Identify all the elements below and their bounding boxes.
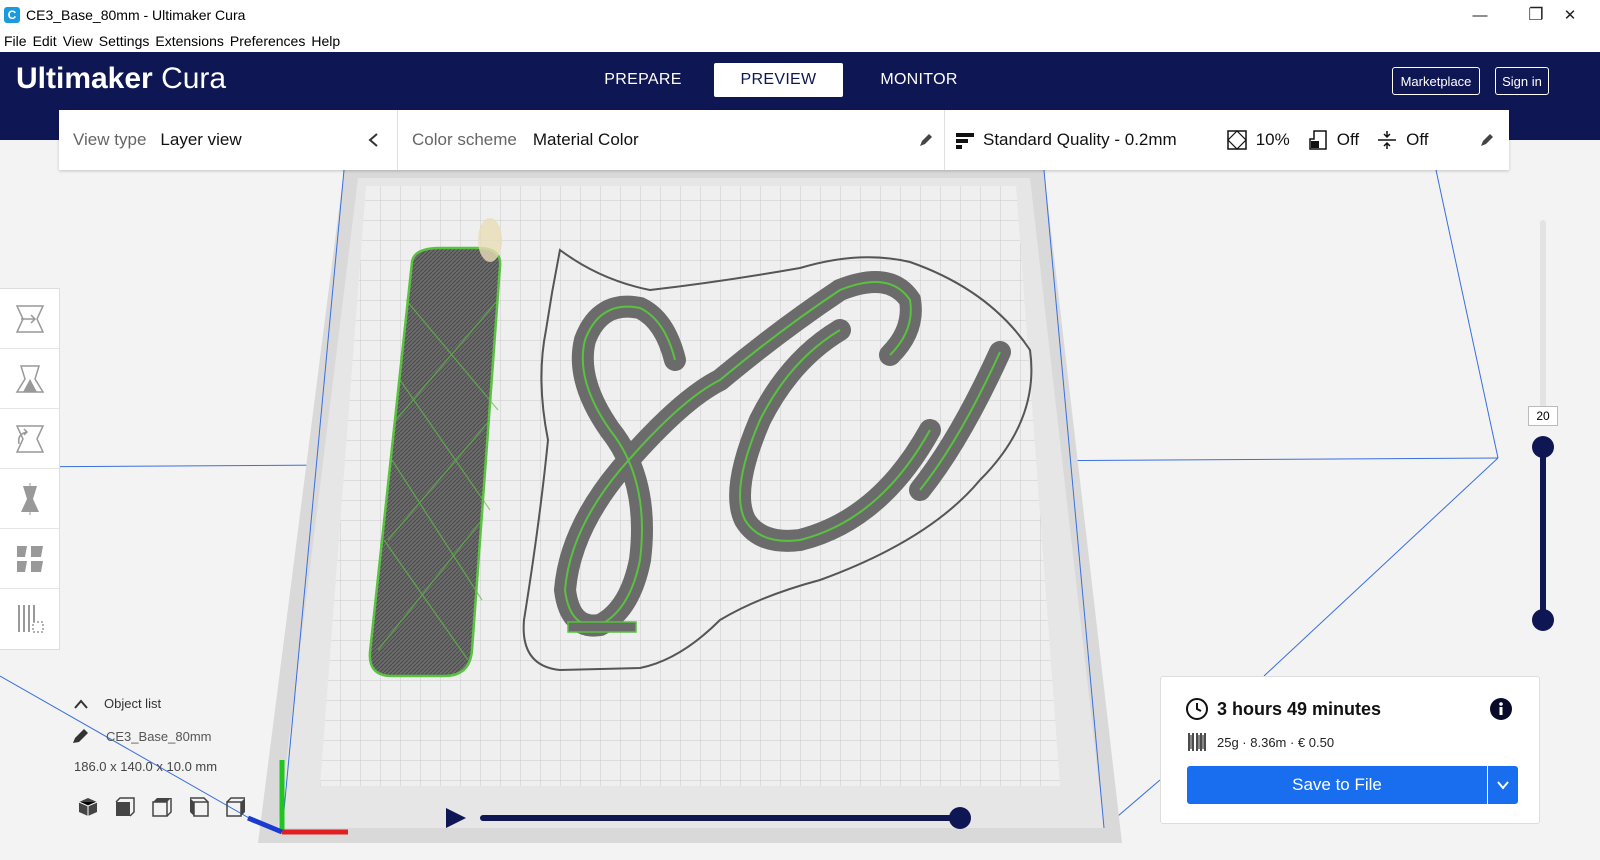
3d-view-icon[interactable] <box>76 796 100 818</box>
print-info-panel: 3 hours 49 minutes 25g · 8.36m · € 0.50 … <box>1160 676 1540 824</box>
object-list-panel: Object list CE3_Base_80mm 186.0 x 140.0 … <box>70 696 270 818</box>
support-blocker-button[interactable] <box>0 589 59 649</box>
playback-handle[interactable] <box>949 807 971 829</box>
menu-file[interactable]: File <box>4 33 27 49</box>
play-icon[interactable] <box>446 808 466 828</box>
chevron-up-icon <box>74 698 88 709</box>
tab-prepare[interactable]: PREPARE <box>580 63 706 97</box>
top-view-icon[interactable] <box>150 796 174 818</box>
mirror-icon <box>20 482 39 515</box>
view-type-selector[interactable]: View type Layer view <box>59 110 398 170</box>
color-scheme-label: Color scheme <box>412 130 517 149</box>
layer-upper-handle[interactable] <box>1532 436 1554 458</box>
object-list-toggle[interactable]: Object list <box>70 696 270 711</box>
infill-value: 10% <box>1255 130 1290 149</box>
info-icon[interactable] <box>1489 697 1513 721</box>
tool-panel <box>0 288 60 650</box>
print-settings-selector[interactable]: Standard Quality - 0.2mm 10% Off Off <box>945 110 1509 170</box>
rotate-tool-button[interactable] <box>0 409 59 469</box>
tab-preview[interactable]: PREVIEW <box>714 63 843 97</box>
layer-slider-range <box>1540 446 1546 620</box>
ultimaker-cura-logo: Ultimaker Cura <box>16 62 226 96</box>
close-button[interactable]: ✕ <box>1544 0 1596 30</box>
simulation-playback <box>446 807 971 829</box>
move-tool-button[interactable] <box>0 289 59 349</box>
title-bar: C CE3_Base_80mm - Ultimaker Cura — ❐ ✕ <box>0 0 1600 30</box>
menu-edit[interactable]: Edit <box>33 33 57 49</box>
support-icon <box>1308 130 1327 150</box>
chevron-left-icon[interactable] <box>367 132 381 148</box>
adhesion-icon <box>1378 131 1397 149</box>
sign-in-button[interactable]: Sign in <box>1495 67 1549 95</box>
mirror-tool-button[interactable] <box>0 469 59 529</box>
print-time: 3 hours 49 minutes <box>1217 699 1382 719</box>
cura-window: C CE3_Base_80mm - Ultimaker Cura — ❐ ✕ F… <box>0 0 1600 860</box>
object-name-row[interactable]: CE3_Base_80mm <box>70 727 270 745</box>
camera-view-buttons <box>76 796 270 818</box>
move-icon <box>15 304 44 333</box>
left-view-icon[interactable] <box>187 796 211 818</box>
color-scheme-value: Material Color <box>532 130 639 149</box>
menu-extensions[interactable]: Extensions <box>155 33 223 49</box>
brand-light: Cura <box>161 62 227 95</box>
layer-lower-handle[interactable] <box>1532 609 1554 631</box>
material-spool-icon <box>1188 733 1206 751</box>
cura-app-icon: C <box>4 7 20 23</box>
color-scheme-selector[interactable]: Color scheme Material Color <box>398 110 945 170</box>
scale-tool-button[interactable] <box>0 349 59 409</box>
support-blocker-icon <box>17 605 44 633</box>
save-to-file-button[interactable]: Save to File <box>1187 766 1487 804</box>
layer-slider-rail <box>1540 220 1546 420</box>
brand-bold: Ultimaker <box>16 62 153 95</box>
right-view-icon[interactable] <box>224 796 248 818</box>
window-title: CE3_Base_80mm - Ultimaker Cura <box>26 7 246 23</box>
pencil-icon <box>73 729 88 743</box>
support-value: Off <box>1336 130 1360 149</box>
menu-bar: File Edit View Settings Extensions Prefe… <box>0 30 1600 52</box>
clock-icon <box>1186 698 1208 720</box>
minimize-button[interactable]: — <box>1452 0 1508 30</box>
quality-icon <box>956 133 974 149</box>
marketplace-button[interactable]: Marketplace <box>1392 67 1480 95</box>
view-type-label: View type <box>73 130 147 149</box>
chevron-down-icon <box>1497 781 1509 790</box>
object-list-header: Object list <box>104 696 162 711</box>
layer-number-field[interactable]: 20 <box>1528 406 1558 426</box>
playback-track[interactable] <box>480 815 960 821</box>
object-dimensions: 186.0 x 140.0 x 10.0 mm <box>74 759 218 774</box>
per-model-settings-icon <box>16 545 43 572</box>
layer-slider[interactable]: 20 <box>1528 220 1558 640</box>
rotate-icon <box>15 424 44 453</box>
tab-monitor[interactable]: MONITOR <box>856 63 982 97</box>
infill-icon <box>1226 130 1247 150</box>
view-settings-bar: View type Layer view Color scheme Materi… <box>59 110 1509 170</box>
per-model-settings-button[interactable] <box>0 529 59 589</box>
pencil-icon[interactable] <box>918 132 934 148</box>
output-device-dropdown[interactable] <box>1488 766 1518 804</box>
object-name: CE3_Base_80mm <box>106 728 212 744</box>
pencil-icon[interactable] <box>1479 132 1495 148</box>
menu-help[interactable]: Help <box>311 33 340 49</box>
material-details: 25g · 8.36m · € 0.50 <box>1217 735 1335 750</box>
menu-preferences[interactable]: Preferences <box>230 33 305 49</box>
front-view-icon[interactable] <box>113 796 137 818</box>
menu-settings[interactable]: Settings <box>99 33 150 49</box>
quality-value: Standard Quality - 0.2mm <box>983 130 1177 149</box>
menu-view[interactable]: View <box>63 33 93 49</box>
scale-icon <box>15 364 44 393</box>
view-type-value: Layer view <box>160 130 242 149</box>
adhesion-value: Off <box>1406 130 1429 149</box>
